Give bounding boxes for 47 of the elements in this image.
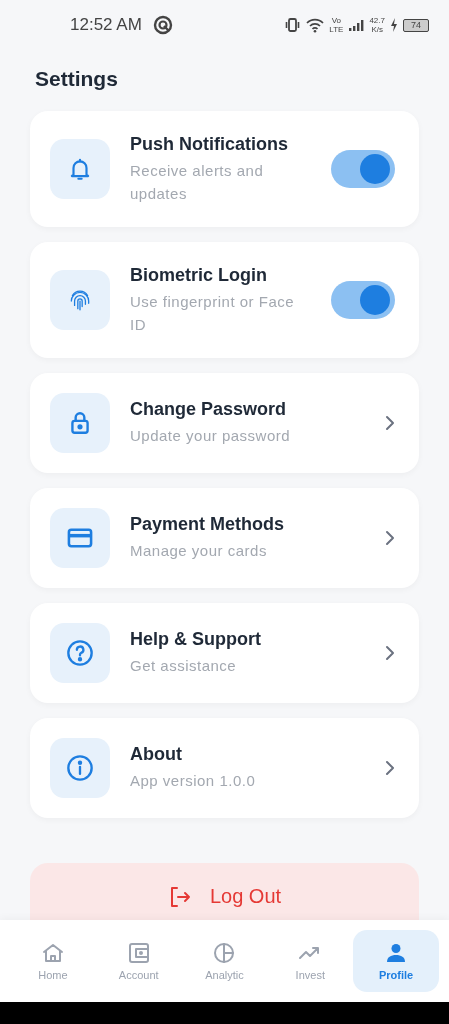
chevron-right-icon — [385, 760, 395, 776]
chevron-right-icon — [385, 415, 395, 431]
speed-value: 42.7 — [369, 16, 385, 25]
help-icon — [50, 623, 110, 683]
pie-chart-icon — [212, 941, 237, 965]
page-title: Settings — [35, 67, 119, 91]
chevron-right-icon — [385, 645, 395, 661]
signal-icon — [348, 18, 365, 32]
wallet-icon — [126, 941, 151, 965]
home-icon — [40, 941, 65, 965]
chevron-right-icon — [385, 530, 395, 546]
setting-description: Get assistance — [130, 656, 238, 676]
logout-button[interactable]: Log Out — [30, 863, 419, 920]
setting-title: Push Notifications — [130, 133, 289, 155]
nav-tab[interactable]: Profile — [353, 930, 439, 992]
setting-title: Change Password — [130, 399, 288, 420]
vibrate-icon — [285, 17, 302, 33]
credit-card-icon — [50, 508, 110, 568]
settings-card[interactable]: Payment Methods Manage your cards — [30, 488, 419, 588]
lock-icon — [50, 393, 110, 453]
setting-title: Biometric Login — [130, 264, 268, 286]
setting-description: Receive alerts and updates — [130, 160, 265, 204]
setting-description: Manage your cards — [130, 541, 268, 561]
status-time: 12:52 AM — [70, 15, 142, 35]
settings-card[interactable]: About App version 1.0.0 — [30, 718, 419, 818]
setting-title: About — [130, 744, 183, 765]
settings-card[interactable]: Push Notifications Receive alerts and updates — [30, 111, 419, 227]
wifi-icon — [306, 17, 325, 33]
settings-card[interactable]: Biometric Login Use fingerprint or Face ID — [30, 242, 419, 358]
network-label: Vo — [331, 16, 342, 25]
settings-card[interactable]: Help & Support Get assistance — [30, 603, 419, 703]
charging-icon — [390, 18, 398, 32]
network-label: LTE — [329, 25, 344, 34]
toggle-switch[interactable] — [331, 150, 395, 188]
info-icon — [50, 738, 110, 798]
setting-description: Update your password — [130, 426, 292, 446]
setting-description: App version 1.0.0 — [130, 771, 257, 791]
settings-card[interactable]: Change Password Update your password — [30, 373, 419, 473]
setting-title: Payment Methods — [130, 514, 286, 535]
bell-icon — [50, 139, 110, 199]
fingerprint-icon — [50, 270, 110, 330]
speed-unit: K/s — [371, 25, 383, 34]
setting-title: Help & Support — [130, 629, 262, 650]
target-icon — [152, 15, 173, 35]
battery-indicator: 74 — [403, 18, 429, 32]
setting-description: Use fingerprint or Face ID — [130, 291, 296, 335]
toggle-switch[interactable] — [331, 281, 395, 319]
